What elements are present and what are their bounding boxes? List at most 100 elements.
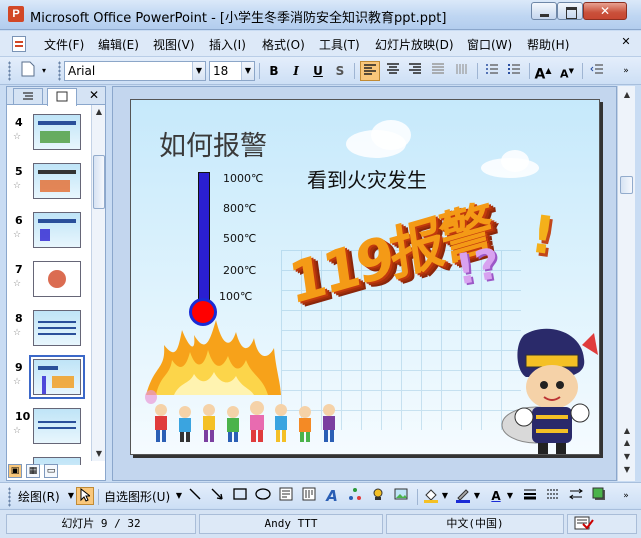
menu-tools[interactable]: 工具(T): [319, 36, 360, 53]
slide-preview[interactable]: [33, 310, 81, 346]
clipart-icon[interactable]: [369, 487, 387, 505]
scrollbar-thumb[interactable]: [620, 176, 633, 194]
workspace-scrollbar[interactable]: ▲ ▲ ▲ ▼ ▼: [617, 86, 635, 481]
shadow-style-icon[interactable]: [590, 487, 608, 505]
dash-style-icon[interactable]: [544, 487, 562, 505]
autoshapes-menu[interactable]: 自选图形(U): [104, 488, 170, 505]
insert-picture-icon[interactable]: [392, 487, 410, 505]
outline-tab[interactable]: [13, 88, 43, 105]
font-name-select[interactable]: Arial ▼: [64, 61, 206, 81]
slide-thumbnail-10[interactable]: 10 ☆: [11, 408, 91, 454]
italic-button[interactable]: I: [286, 61, 306, 81]
scrollbar-thumb[interactable]: [93, 155, 105, 209]
chevron-down-icon[interactable]: ▼: [241, 62, 254, 80]
slide-subtitle[interactable]: 看到火灾发生: [307, 164, 427, 193]
menu-view[interactable]: 视图(V): [153, 36, 195, 53]
diagram-icon[interactable]: [346, 487, 364, 505]
next-slide-icon[interactable]: ▼: [620, 450, 634, 464]
oval-tool-icon[interactable]: [254, 487, 272, 505]
scroll-down-icon[interactable]: ▼: [92, 447, 106, 461]
exclamation-mark-text: !: [526, 204, 559, 268]
font-size-select[interactable]: 18 ▼: [209, 61, 255, 81]
toolbar-options-icon[interactable]: »: [620, 61, 632, 81]
font-color-icon[interactable]: A: [487, 487, 505, 505]
maximize-button[interactable]: [557, 2, 583, 20]
slide-preview[interactable]: [33, 163, 81, 199]
scroll-up-icon[interactable]: ▲: [620, 88, 634, 102]
underline-button[interactable]: U: [308, 61, 328, 81]
align-right-icon[interactable]: [405, 61, 425, 81]
normal-view-icon[interactable]: ▣: [8, 464, 22, 478]
chevron-down-icon[interactable]: ▼: [440, 487, 450, 505]
arrow-style-icon[interactable]: [567, 487, 585, 505]
minimize-button[interactable]: [531, 2, 557, 20]
toolbar-grip[interactable]: [58, 61, 61, 81]
slide-sorter-view-icon[interactable]: ▦: [26, 464, 40, 478]
star-icon: ☆: [13, 181, 22, 191]
fill-color-icon[interactable]: [422, 487, 440, 505]
slide-thumbnail-6[interactable]: 6 ☆: [11, 212, 91, 258]
rectangle-tool-icon[interactable]: [231, 487, 249, 505]
document-icon[interactable]: [12, 36, 26, 52]
toolbar-options-icon[interactable]: »: [620, 487, 632, 505]
slide-canvas[interactable]: 如何报警 看到火灾发生 1000℃ 800℃ 500℃ 200℃ 100℃ 11…: [130, 99, 600, 455]
grow-font-button[interactable]: A▲: [533, 61, 553, 83]
slide-preview[interactable]: [33, 261, 81, 297]
previous-slide-icon[interactable]: ▲: [620, 436, 634, 450]
menu-file[interactable]: 文件(F): [44, 36, 84, 53]
vertical-textbox-icon[interactable]: [300, 487, 318, 505]
slideshow-view-icon[interactable]: ▭: [44, 464, 58, 478]
numbering-icon[interactable]: [482, 61, 502, 81]
slide-thumbnail-5[interactable]: 5 ☆: [11, 163, 91, 209]
arrow-tool-icon[interactable]: [208, 487, 226, 505]
menu-window[interactable]: 窗口(W): [467, 36, 512, 53]
slide-preview[interactable]: [33, 212, 81, 248]
menu-insert[interactable]: 插入(I): [209, 36, 246, 53]
toolbar-grip[interactable]: [8, 61, 11, 81]
decrease-indent-icon[interactable]: [587, 61, 607, 81]
slide-title[interactable]: 如何报警: [159, 124, 267, 163]
slides-pane-scrollbar[interactable]: ▲ ▼: [91, 105, 105, 461]
next-slide-icon[interactable]: ▼: [620, 463, 634, 477]
children-image: [155, 401, 335, 442]
textbox-tool-icon[interactable]: [277, 487, 295, 505]
slide-thumbnail-9[interactable]: 9 ☆: [11, 355, 91, 405]
slide-thumbnail-7[interactable]: 7 ☆: [11, 261, 91, 307]
shadow-button[interactable]: S: [330, 61, 350, 81]
menu-format[interactable]: 格式(O): [262, 36, 305, 53]
chevron-down-icon[interactable]: ▼: [505, 487, 515, 505]
bullets-icon[interactable]: [504, 61, 524, 81]
bold-button[interactable]: B: [264, 61, 284, 81]
line-style-icon[interactable]: [521, 487, 539, 505]
line-tool-icon[interactable]: [186, 487, 204, 505]
close-document-icon[interactable]: ✕: [619, 35, 633, 49]
justify-icon[interactable]: [428, 61, 448, 81]
slide-preview-selected[interactable]: [29, 355, 85, 399]
spelling-status[interactable]: [567, 514, 637, 534]
align-center-icon[interactable]: [383, 61, 403, 81]
slide-preview[interactable]: [33, 114, 81, 150]
slide-preview[interactable]: [33, 408, 81, 444]
close-window-button[interactable]: ✕: [583, 2, 627, 20]
align-left-icon[interactable]: [360, 61, 380, 81]
slide-number: 4: [15, 116, 23, 129]
slide-thumbnail-4[interactable]: 4 ☆: [11, 114, 91, 160]
wordart-icon[interactable]: A: [323, 487, 341, 505]
menu-edit[interactable]: 编辑(E): [98, 36, 139, 53]
chevron-down-icon[interactable]: ▼: [472, 487, 482, 505]
new-document-icon[interactable]: [18, 61, 38, 81]
toolbar-grip[interactable]: [8, 487, 11, 507]
chevron-down-icon[interactable]: ▼: [192, 62, 205, 80]
slide-thumbnail-8[interactable]: 8 ☆: [11, 310, 91, 356]
menu-help[interactable]: 帮助(H): [527, 36, 569, 53]
toolbar-options-icon[interactable]: ▾: [38, 61, 50, 81]
close-pane-icon[interactable]: ✕: [89, 88, 99, 102]
line-color-icon[interactable]: [454, 487, 472, 505]
distribute-icon[interactable]: [452, 61, 472, 81]
scroll-up-icon[interactable]: ▲: [92, 105, 106, 119]
slides-tab[interactable]: [47, 88, 77, 106]
select-pointer-icon[interactable]: [76, 487, 94, 505]
menu-slideshow[interactable]: 幻灯片放映(D): [375, 36, 454, 53]
draw-menu[interactable]: 绘图(R): [18, 488, 60, 505]
shrink-font-button[interactable]: A▼: [557, 61, 577, 81]
